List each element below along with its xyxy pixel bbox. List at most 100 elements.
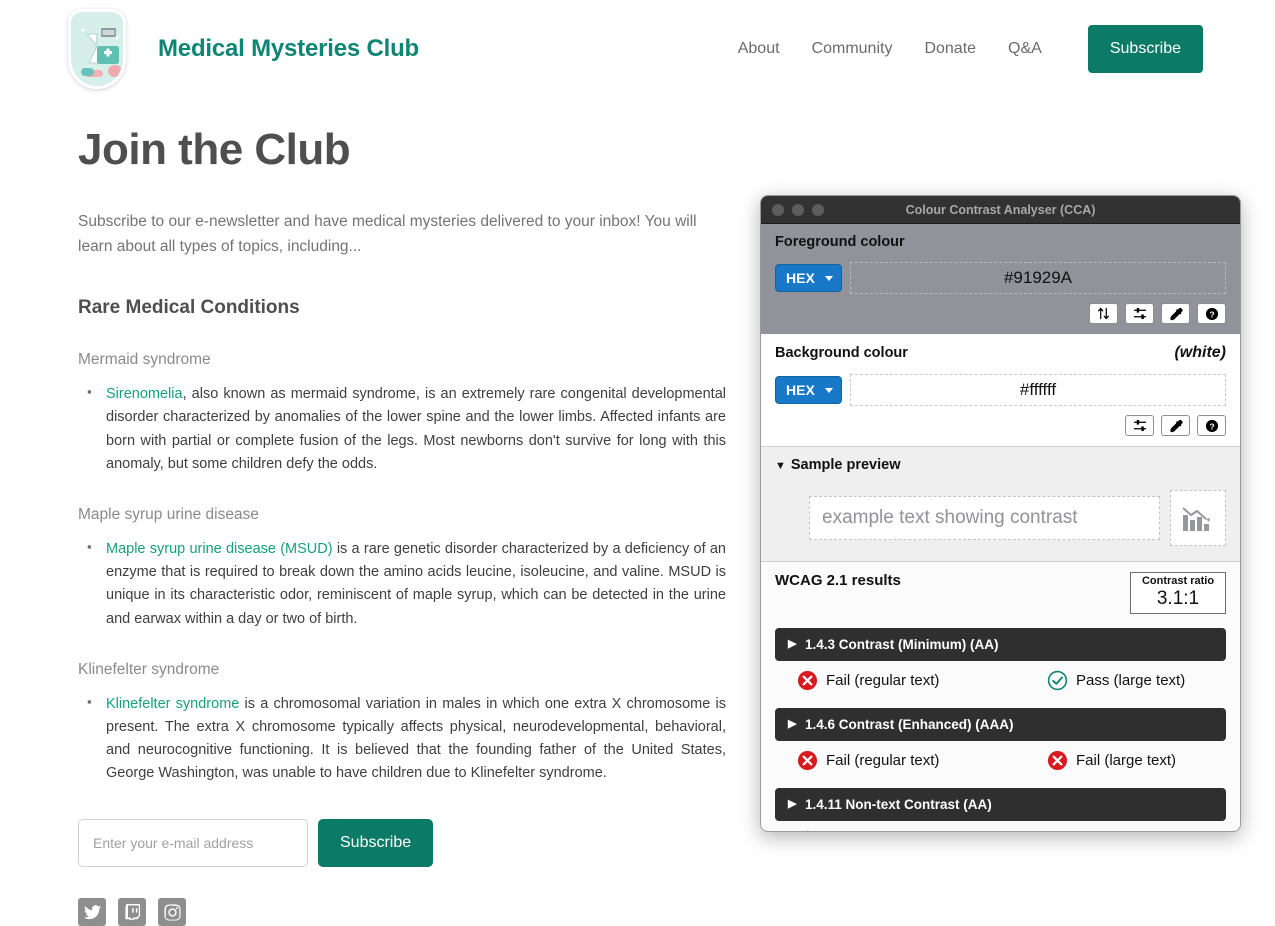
social-links: [78, 898, 726, 926]
outcome-text: Fail (large text): [1076, 752, 1176, 769]
twitch-icon[interactable]: [118, 898, 146, 926]
instagram-icon[interactable]: [158, 898, 186, 926]
criterion-1-4-3-results: Fail (regular text) Pass (large text): [775, 661, 1226, 697]
list-item: Klinefelter syndrome is a chromosomal va…: [98, 693, 726, 786]
cca-window: Colour Contrast Analyser (CCA) Foregroun…: [760, 195, 1241, 832]
contrast-ratio-box: Contrast ratio 3.1:1: [1130, 572, 1226, 614]
help-icon[interactable]: ?: [1197, 303, 1226, 324]
criterion-1-4-6-results: Fail (regular text) Fail (large text): [775, 741, 1226, 777]
pass-icon: [797, 830, 818, 832]
intro-paragraph: Subscribe to our e-newsletter and have m…: [78, 209, 726, 259]
section-title: Rare Medical Conditions: [78, 297, 726, 319]
header-subscribe-button[interactable]: Subscribe: [1088, 25, 1203, 73]
background-label: Background colour: [775, 345, 908, 361]
outcome: Pass (large text): [1047, 670, 1185, 691]
page-title: Join the Club: [78, 125, 726, 175]
eyedropper-icon[interactable]: [1161, 415, 1190, 436]
condition-link-msud[interactable]: Maple syrup urine disease (MSUD): [106, 541, 333, 557]
background-panel: Background colour (white) HEX ?: [761, 334, 1240, 447]
sliders-icon[interactable]: [1125, 303, 1154, 324]
nav-link-community[interactable]: Community: [796, 40, 909, 58]
minimize-window-button[interactable]: [792, 204, 804, 216]
svg-text:?: ?: [1209, 421, 1214, 431]
condition-link-klinefelter[interactable]: Klinefelter syndrome: [106, 696, 239, 712]
main-nav: About Community Donate Q&A Subscribe: [722, 25, 1203, 73]
chevron-right-icon: ▶: [788, 637, 796, 650]
background-colour-input[interactable]: [850, 374, 1226, 406]
condition-heading-msud: Maple syrup urine disease: [78, 506, 726, 524]
outcome: Fail (regular text): [797, 670, 1047, 691]
sliders-icon[interactable]: [1125, 415, 1154, 436]
nav-link-qa[interactable]: Q&A: [992, 40, 1058, 58]
background-tool-row: ?: [775, 415, 1226, 436]
criterion-1-4-11-header[interactable]: ▶ 1.4.11 Non-text Contrast (AA): [775, 788, 1226, 821]
foreground-colour-row: HEX: [775, 262, 1226, 294]
newsletter-form: Subscribe: [78, 819, 726, 867]
wcag-results-title: WCAG 2.1 results: [775, 572, 901, 589]
criterion-label: 1.4.6 Contrast (Enhanced) (AAA): [805, 717, 1014, 732]
condition-list-klinefelter: Klinefelter syndrome is a chromosomal va…: [78, 693, 726, 786]
foreground-tool-row: ?: [775, 303, 1226, 324]
condition-body: , also known as mermaid syndrome, is an …: [106, 386, 726, 472]
chevron-right-icon: ▶: [788, 797, 796, 810]
criterion-label: 1.4.11 Non-text Contrast (AA): [805, 797, 992, 812]
list-item: Maple syrup urine disease (MSUD) is a ra…: [98, 538, 726, 631]
brand[interactable]: Medical Mysteries Club: [62, 5, 419, 93]
outcome-text: Fail (regular text): [826, 672, 939, 689]
foreground-label: Foreground colour: [775, 234, 1226, 250]
criterion-1-4-6-header[interactable]: ▶ 1.4.6 Contrast (Enhanced) (AAA): [775, 708, 1226, 741]
window-controls: [772, 204, 824, 216]
criterion-1-4-11-results: Pass (UI components and graphical object…: [775, 821, 1226, 832]
condition-heading-mermaid: Mermaid syndrome: [78, 351, 726, 369]
site-header: Medical Mysteries Club About Community D…: [0, 0, 1275, 97]
fail-icon: [1047, 750, 1068, 771]
cca-window-title: Colour Contrast Analyser (CCA): [761, 203, 1240, 217]
background-colour-note: (white): [1174, 344, 1226, 362]
brand-title: Medical Mysteries Club: [158, 35, 419, 63]
newsletter-subscribe-button[interactable]: Subscribe: [318, 819, 433, 867]
nav-link-donate[interactable]: Donate: [908, 40, 992, 58]
condition-link-sirenomelia[interactable]: Sirenomelia: [106, 386, 183, 402]
fail-icon: [797, 750, 818, 771]
criterion-1-4-3-header[interactable]: ▶ 1.4.3 Contrast (Minimum) (AA): [775, 628, 1226, 661]
sample-preview-label: Sample preview: [791, 457, 901, 473]
contrast-ratio-value: 3.1:1: [1140, 588, 1216, 610]
foreground-format-select[interactable]: HEX: [775, 264, 842, 292]
criterion-label: 1.4.3 Contrast (Minimum) (AA): [805, 637, 999, 652]
swap-colours-icon[interactable]: [1089, 303, 1118, 324]
email-field[interactable]: [78, 819, 308, 867]
condition-list-msud: Maple syrup urine disease (MSUD) is a ra…: [78, 538, 726, 631]
foreground-panel: Foreground colour HEX ?: [761, 224, 1240, 334]
twitter-icon[interactable]: [78, 898, 106, 926]
help-icon[interactable]: ?: [1197, 415, 1226, 436]
outcome: Fail (large text): [1047, 750, 1176, 771]
contrast-ratio-label: Contrast ratio: [1140, 575, 1216, 588]
foreground-colour-input[interactable]: [850, 262, 1226, 294]
sample-preview-text[interactable]: example text showing contrast: [809, 496, 1160, 540]
declining-bar-chart-icon: [1170, 490, 1226, 546]
eyedropper-icon[interactable]: [1161, 303, 1190, 324]
background-colour-row: HEX: [775, 374, 1226, 406]
chevron-down-icon: ▼: [775, 460, 786, 472]
condition-list-mermaid: Sirenomelia, also known as mermaid syndr…: [78, 383, 726, 476]
main-content: Join the Club Subscribe to our e-newslet…: [78, 125, 726, 926]
sample-preview-header[interactable]: ▼ Sample preview: [775, 457, 1226, 473]
outcome: Pass (UI components and graphical object…: [797, 830, 1120, 832]
condition-heading-klinefelter: Klinefelter syndrome: [78, 661, 726, 679]
outcome-text: Fail (regular text): [826, 752, 939, 769]
svg-text:?: ?: [1209, 309, 1214, 319]
list-item: Sirenomelia, also known as mermaid syndr…: [98, 383, 726, 476]
cca-titlebar[interactable]: Colour Contrast Analyser (CCA): [761, 196, 1240, 224]
maximize-window-button[interactable]: [812, 204, 824, 216]
chevron-right-icon: ▶: [788, 717, 796, 730]
outcome-text: Pass (large text): [1076, 672, 1185, 689]
medical-mysteries-shield-logo: [62, 5, 132, 93]
nav-link-about[interactable]: About: [722, 40, 796, 58]
outcome: Fail (regular text): [797, 750, 1047, 771]
sample-preview-panel: ▼ Sample preview example text showing con…: [761, 447, 1240, 562]
close-window-button[interactable]: [772, 204, 784, 216]
pass-icon: [1047, 670, 1068, 691]
background-format-select[interactable]: HEX: [775, 376, 842, 404]
wcag-results-panel: WCAG 2.1 results Contrast ratio 3.1:1 ▶ 1…: [761, 562, 1240, 832]
fail-icon: [797, 670, 818, 691]
